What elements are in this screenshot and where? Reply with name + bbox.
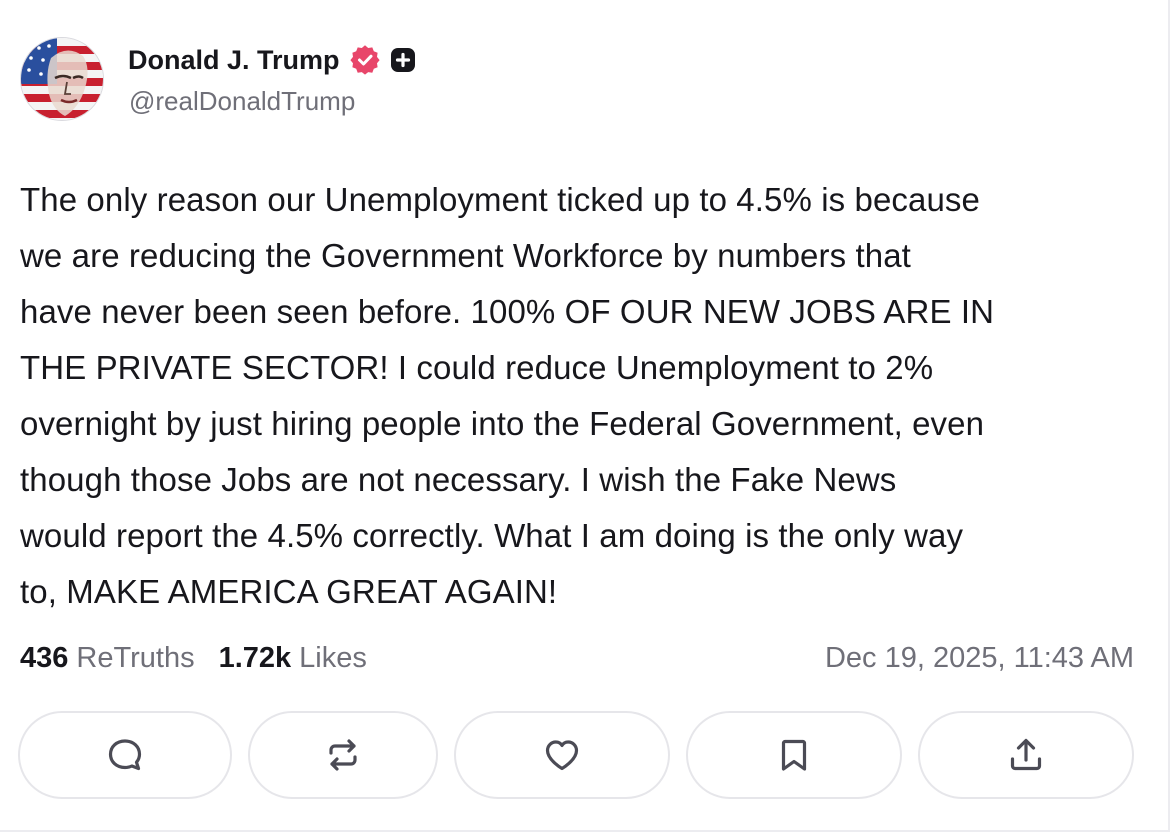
post-line: THE PRIVATE SECTOR! I could reduce Unemp… bbox=[20, 349, 934, 386]
plus-badge-icon bbox=[390, 47, 416, 73]
post-line: would report the 4.5% correctly. What I … bbox=[20, 517, 964, 554]
likes-stat[interactable]: 1.72k Likes bbox=[219, 642, 367, 675]
likes-count: 1.72k bbox=[218, 641, 292, 674]
post-stats: 436 ReTruths 1.72k Likes Dec 19, 2025, 1… bbox=[20, 638, 1134, 678]
avatar[interactable] bbox=[20, 37, 104, 121]
post-timestamp[interactable]: Dec 19, 2025, 11:43 AM bbox=[825, 642, 1134, 675]
retruth-button[interactable] bbox=[248, 711, 438, 799]
likes-label: Likes bbox=[299, 641, 367, 674]
retruth-icon bbox=[329, 739, 357, 771]
retruths-label: ReTruths bbox=[76, 641, 195, 674]
post-card: Donald J. Trump @realDonaldTrump The onl… bbox=[0, 0, 1170, 832]
bookmark-icon bbox=[781, 739, 807, 771]
post-line: we are reducing the Government Workforce… bbox=[20, 237, 911, 274]
flag-portrait-avatar-icon bbox=[21, 38, 103, 120]
post-line: The only reason our Unemployment ticked … bbox=[20, 181, 980, 218]
share-icon bbox=[1010, 738, 1042, 771]
post-line: though those Jobs are not necessary. I w… bbox=[20, 461, 897, 498]
author-display-name[interactable]: Donald J. Trump bbox=[128, 45, 340, 76]
retruths-count: 436 bbox=[20, 641, 69, 674]
post-line: overnight by just hiring people into the… bbox=[20, 405, 985, 442]
action-bar bbox=[18, 711, 1134, 799]
retruths-stat[interactable]: 436 ReTruths bbox=[20, 642, 195, 675]
share-button[interactable] bbox=[918, 711, 1134, 799]
bookmark-button[interactable] bbox=[686, 711, 902, 799]
author-handle[interactable]: @realDonaldTrump bbox=[129, 86, 355, 117]
like-heart-icon bbox=[545, 740, 579, 771]
post-line: to, MAKE AMERICA GREAT AGAIN! bbox=[20, 573, 558, 610]
like-button[interactable] bbox=[454, 711, 670, 799]
reply-icon bbox=[108, 739, 142, 771]
post-body: The only reason our Unemployment ticked … bbox=[20, 172, 1152, 620]
author-row: Donald J. Trump bbox=[128, 42, 416, 78]
reply-button[interactable] bbox=[18, 711, 232, 799]
post-line: have never been seen before. 100% OF OUR… bbox=[20, 293, 995, 330]
verified-badge-icon bbox=[349, 45, 380, 75]
